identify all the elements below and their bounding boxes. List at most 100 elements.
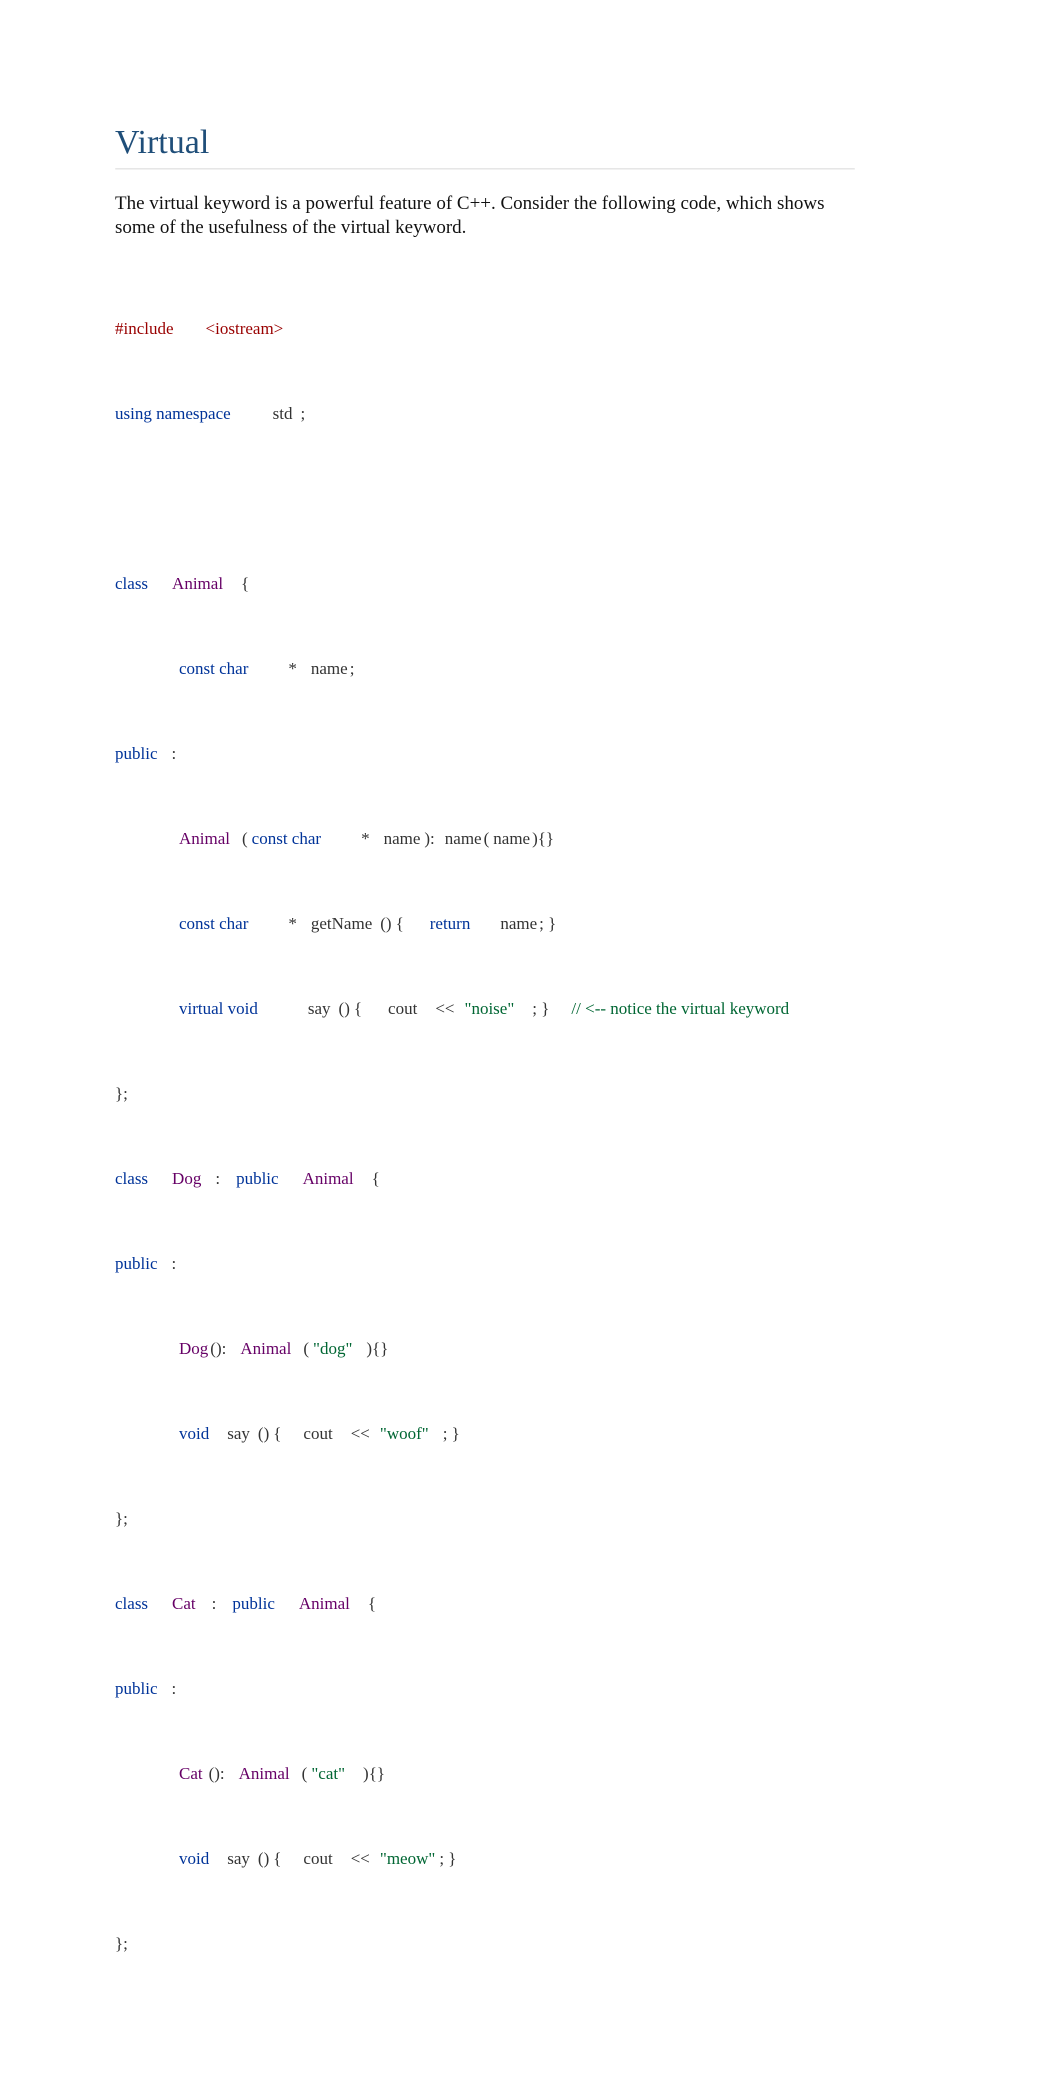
tok-class: class	[115, 574, 148, 593]
tok-public: public	[115, 744, 158, 763]
intro-paragraph: The virtual keyword is a powerful featur…	[115, 192, 835, 240]
tok-shift: <<	[351, 1424, 370, 1443]
code-line-ctor: Animal(const char*name):name(name){}	[115, 818, 947, 861]
tok-cout: cout	[303, 1849, 332, 1868]
tok-using: using namespace	[115, 404, 231, 423]
tok-rparen: ){}	[363, 1764, 385, 1783]
code-line-public: public:	[115, 1668, 947, 1711]
tok-close: };	[115, 1934, 128, 1953]
tok-fn: say	[308, 999, 331, 1018]
code-line-public: public:	[115, 1243, 947, 1286]
tok-shift: <<	[351, 1849, 370, 1868]
tok-constchar: const char	[179, 914, 248, 933]
tok-paren: ():	[209, 1764, 225, 1783]
tok-retval: name	[500, 914, 537, 933]
tok-lbrace: {	[396, 914, 404, 933]
tok-str: "noise"	[465, 999, 515, 1018]
tok-initl: (	[484, 829, 490, 848]
tok-fn: say	[227, 1424, 250, 1443]
tok-colon: :	[172, 744, 177, 763]
tok-star: *	[288, 914, 297, 933]
code-line-close: };	[115, 1923, 947, 1966]
tok-init: name	[445, 829, 482, 848]
tok-end: ; }	[532, 999, 549, 1018]
tok-initarg: name	[493, 829, 530, 848]
tok-star: *	[288, 659, 297, 678]
tok-lbrace: {	[241, 574, 249, 593]
tok-str: "meow"	[380, 1849, 435, 1868]
code-line-class-dog: classDog:publicAnimal{	[115, 1158, 947, 1201]
tok-animal: Animal	[172, 574, 223, 593]
tok-fn: say	[227, 1849, 250, 1868]
tok-lbrace: {	[354, 999, 362, 1018]
code-line-getter: const char*getName(){returnname; }	[115, 903, 947, 946]
tok-comment: // <-- notice the virtual keyword	[571, 999, 789, 1018]
code-line-public: public:	[115, 733, 947, 776]
code-line-say: virtual voidsay(){cout<<"noise"; }// <--…	[115, 988, 947, 1031]
tok-end: ; }	[439, 1849, 456, 1868]
intro-keyword: virtual	[149, 193, 199, 214]
tok-std: std	[273, 404, 293, 423]
tok-semi: ;	[350, 659, 355, 678]
tok-paren: ():	[210, 1339, 226, 1358]
tok-paren: ()	[258, 1424, 269, 1443]
tok-void: void	[179, 1424, 209, 1443]
tok-star: *	[361, 829, 370, 848]
tok-colon: :	[212, 1594, 217, 1613]
tok-include: #include	[115, 319, 174, 338]
tok-str: "woof"	[380, 1424, 429, 1443]
code-line-using: using namespace std;	[115, 393, 947, 436]
tok-base: Animal	[240, 1339, 291, 1358]
tok-lparen: (	[303, 1339, 309, 1358]
tok-end: ; }	[539, 914, 556, 933]
tok-lbrace: {	[273, 1424, 281, 1443]
tok-lbrace: {	[368, 1594, 376, 1613]
tok-param: name	[384, 829, 421, 848]
code-line-blank	[115, 478, 947, 521]
tok-class: class	[115, 1594, 148, 1613]
intro-text-2: keyword is a powerful feature of C++. Co…	[115, 193, 825, 238]
code-line-class-animal: class Animal {	[115, 563, 947, 606]
code-line-close: };	[115, 1498, 947, 1541]
tok-colon: :	[215, 1169, 220, 1188]
document-page: Virtual The virtual keyword is a powerfu…	[0, 0, 1062, 2091]
tok-ctor: Dog	[179, 1339, 208, 1358]
tok-constchar: const char	[252, 829, 321, 848]
code-line-include: #include <iostream>	[115, 308, 947, 351]
tok-rparen: ){}	[366, 1339, 388, 1358]
code-line-say: voidsay (){ cout << "meow"; }	[115, 1838, 947, 1881]
tok-close: };	[115, 1084, 128, 1103]
tok-lparen: (	[302, 1764, 308, 1783]
tok-public: public	[115, 1679, 158, 1698]
tok-public: public	[236, 1169, 279, 1188]
tok-virtualvoid: virtual void	[179, 999, 258, 1018]
tok-void: void	[179, 1849, 209, 1868]
code-line-say: voidsay(){cout<<"woof"; }	[115, 1413, 947, 1456]
tok-lbrace: {	[273, 1849, 281, 1868]
tok-initr: ){}	[532, 829, 554, 848]
tok-name: name	[311, 659, 348, 678]
tok-constchar: const char	[179, 659, 248, 678]
tok-colon: :	[172, 1254, 177, 1273]
tok-str: "dog"	[313, 1339, 352, 1358]
tok-ctor: Cat	[179, 1764, 203, 1783]
tok-str: "cat"	[311, 1764, 345, 1783]
tok-cat: Cat	[172, 1594, 196, 1613]
tok-public: public	[232, 1594, 275, 1613]
tok-ctor: Animal	[179, 829, 230, 848]
tok-paren: ()	[258, 1849, 269, 1868]
tok-rparen: ):	[424, 829, 434, 848]
tok-end: ; }	[443, 1424, 460, 1443]
tok-fn: getName	[311, 914, 372, 933]
code-line-ctor: Cat():Animal("cat"){}	[115, 1753, 947, 1796]
tok-header: <iostream>	[206, 319, 284, 338]
tok-cout: cout	[388, 999, 417, 1018]
code-line-class-cat: classCat:publicAnimal{	[115, 1583, 947, 1626]
code-line-ctor: Dog(): Animal ("dog" ){}	[115, 1328, 947, 1371]
code-block: #include <iostream> using namespace std; c…	[115, 266, 947, 2051]
code-line-field: const char * name;	[115, 648, 947, 691]
tok-close: };	[115, 1509, 128, 1528]
tok-semi: ;	[301, 404, 306, 423]
tok-paren: ()	[380, 914, 391, 933]
code-line-close: };	[115, 1073, 947, 1116]
